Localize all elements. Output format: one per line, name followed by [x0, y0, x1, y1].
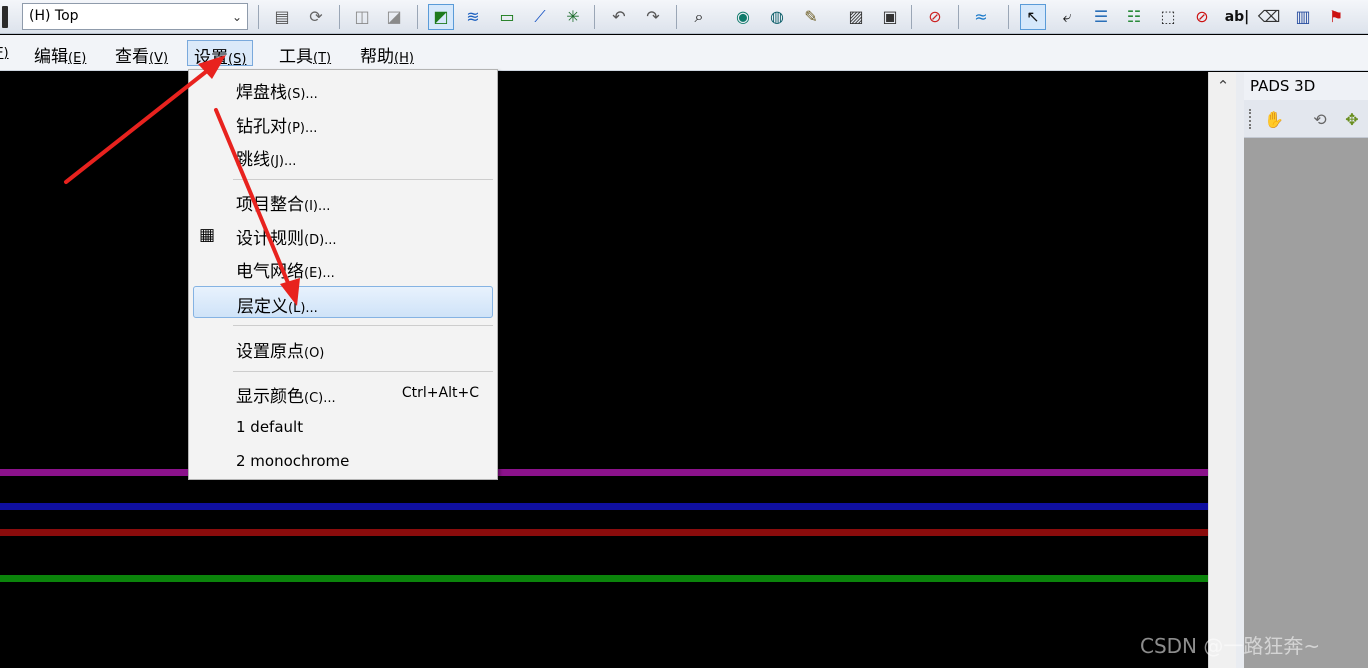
setup-menu-dropdown: 焊盘栈(S)... 钻孔对(P)... 跳线(J)... 项目整合(I)... … [188, 69, 498, 480]
menu-item-electrical-net[interactable]: 电气网络(E)... [193, 252, 493, 284]
menu-tools[interactable]: 工具(T) [273, 40, 337, 67]
shortcut-label: Ctrl+Alt+C [401, 385, 479, 401]
books-icon[interactable]: ▥ [1290, 4, 1316, 30]
rotate-icon[interactable]: ⟲ [1308, 107, 1332, 131]
watermark: CSDN @一路狂奔~ [1140, 634, 1321, 658]
menu-separator [233, 179, 493, 180]
pads-3d-title: PADS 3D [1244, 72, 1368, 100]
line-draw-icon[interactable]: ⟋ [527, 4, 553, 30]
toolbar-separator [676, 5, 677, 29]
waveform-icon[interactable]: ≈ [968, 4, 994, 30]
toolbar-separator [911, 5, 912, 29]
scroll-up-icon[interactable]: ⌃ [1209, 76, 1237, 96]
menu-file-partial[interactable]: F) [0, 40, 15, 66]
pads-3d-panel: PADS 3D ✋ ⟲ ✥ [1244, 72, 1368, 668]
route-icon[interactable]: ≋ [460, 4, 486, 30]
trace-green [0, 575, 1208, 582]
picture-icon[interactable]: ▨ [843, 4, 869, 30]
select-trace-icon[interactable]: ☷ [1121, 4, 1147, 30]
paste-icon[interactable]: ◪ [381, 4, 407, 30]
layer-select[interactable]: (H) Top ⌄ [22, 3, 248, 30]
menu-item-jumpers[interactable]: 跳线(J)... [193, 140, 493, 172]
toolbar-grip-icon [1249, 109, 1252, 129]
menu-item-layer-definition[interactable]: 层定义(L)... [193, 286, 493, 318]
menu-item-set-origin[interactable]: 设置原点(O) [193, 332, 493, 364]
toolbar-grip-icon [2, 6, 8, 28]
toolbar-separator [258, 5, 259, 29]
filter-icon[interactable]: ◍ [764, 4, 790, 30]
trace-blue [0, 503, 1208, 510]
window-icon[interactable]: ▣ [877, 4, 903, 30]
flag-icon[interactable]: ⚑ [1323, 4, 1349, 30]
zoom-icon[interactable]: ⌕ [686, 4, 712, 30]
trace-purple [0, 469, 1208, 476]
redo-icon[interactable]: ↷ [640, 4, 666, 30]
properties-icon[interactable]: ▤ [269, 4, 295, 30]
menu-item-drill-pairs[interactable]: 钻孔对(P)... [193, 107, 493, 139]
refresh-icon[interactable]: ⟳ [303, 4, 329, 30]
menu-item-project-integrity[interactable]: 项目整合(I)... [193, 185, 493, 217]
menu-item-color-monochrome[interactable]: 2 monochrome [193, 445, 493, 477]
chevron-down-icon[interactable]: ⌄ [227, 4, 247, 29]
toolbar-separator [958, 5, 959, 29]
find-icon[interactable]: ◉ [730, 4, 756, 30]
menu-bar: F) 编辑(E) 查看(V) 设置(S) 工具(T) 帮助(H) [0, 35, 1368, 71]
no-entry-icon[interactable]: ⊘ [1189, 4, 1215, 30]
select-pin-icon[interactable]: ⬚ [1155, 4, 1181, 30]
fit-icon[interactable]: ✥ [1340, 107, 1364, 131]
brush-icon[interactable]: ✎ [798, 4, 824, 30]
menu-edit[interactable]: 编辑(E) [28, 40, 92, 67]
text-icon[interactable]: ab| [1222, 4, 1252, 30]
eraser-icon[interactable]: ⌫ [1256, 4, 1282, 30]
select-net-icon[interactable]: ☰ [1088, 4, 1114, 30]
menu-setup[interactable]: 设置(S) [187, 40, 254, 68]
menu-item-design-rules[interactable]: ▦ 设计规则(D)... [193, 219, 493, 251]
select-component-icon[interactable]: ⤶ [1054, 4, 1080, 30]
select-arrow-icon[interactable]: ↖ [1020, 4, 1046, 30]
menu-item-pad-stacks[interactable]: 焊盘栈(S)... [193, 73, 493, 105]
layer-select-value: (H) Top [29, 8, 79, 24]
menu-help[interactable]: 帮助(H) [354, 40, 420, 67]
hand-icon[interactable]: ✋ [1262, 107, 1286, 131]
design-rules-icon: ▦ [198, 225, 216, 245]
design-canvas[interactable] [0, 72, 1208, 668]
main-toolbar: (H) Top ⌄ ▤ ⟳ ◫ ◪ ◩ ≋ ▭ ⟋ ✳ ↶ ↷ ⌕ ◉ ◍ ✎ ▨ ▣ ⊘ ≈ ↖ ⤶ ☰ ☷ ⬚ ⊘ ab| ⌫ ▥… [0, 0, 1368, 34]
toolbar-separator [1008, 5, 1009, 29]
board-outline-icon[interactable]: ▭ [494, 4, 520, 30]
component-icon[interactable]: ✳ [560, 4, 586, 30]
pads-3d-toolbar: ✋ ⟲ ✥ [1244, 100, 1368, 138]
toolbar-separator [417, 5, 418, 29]
panel-splitter[interactable] [1236, 72, 1244, 668]
menu-separator [233, 371, 493, 372]
toolbar-separator [339, 5, 340, 29]
menu-item-display-colors[interactable]: 显示颜色(C)... Ctrl+Alt+C [193, 377, 493, 409]
layer-pcb-icon[interactable]: ◩ [428, 4, 454, 30]
undo-icon[interactable]: ↶ [606, 4, 632, 30]
copy-icon[interactable]: ◫ [349, 4, 375, 30]
menu-separator [233, 325, 493, 326]
measure-icon[interactable]: ⊘ [922, 4, 948, 30]
toolbar-separator [594, 5, 595, 29]
trace-red [0, 529, 1208, 536]
menu-item-color-default[interactable]: 1 default [193, 411, 493, 443]
menu-view[interactable]: 查看(V) [109, 40, 174, 67]
vertical-scrollbar[interactable]: ⌃ [1208, 72, 1236, 668]
